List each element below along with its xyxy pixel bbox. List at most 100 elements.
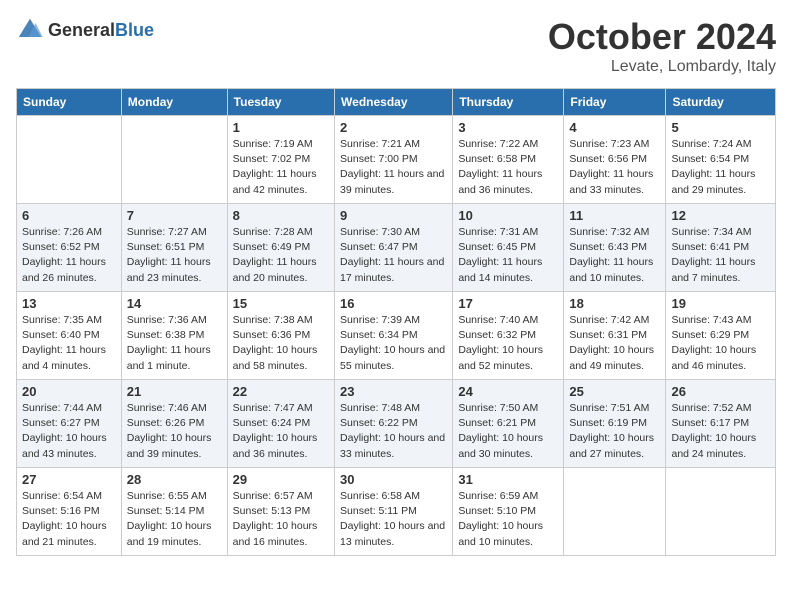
day-number: 15 [233, 296, 329, 311]
calendar-cell [17, 116, 122, 204]
days-of-week-row: SundayMondayTuesdayWednesdayThursdayFrid… [17, 89, 776, 116]
calendar-cell [121, 116, 227, 204]
day-info: Sunrise: 7:48 AM Sunset: 6:22 PM Dayligh… [340, 401, 447, 462]
calendar-table: SundayMondayTuesdayWednesdayThursdayFrid… [16, 88, 776, 556]
calendar-week-row: 13 Sunrise: 7:35 AM Sunset: 6:40 PM Dayli… [17, 292, 776, 380]
calendar-cell: 2 Sunrise: 7:21 AM Sunset: 7:00 PM Daylig… [335, 116, 453, 204]
calendar-cell: 19 Sunrise: 7:43 AM Sunset: 6:29 PM Dayli… [666, 292, 776, 380]
day-info: Sunrise: 7:19 AM Sunset: 7:02 PM Dayligh… [233, 137, 329, 198]
calendar-week-row: 1 Sunrise: 7:19 AM Sunset: 7:02 PM Daylig… [17, 116, 776, 204]
day-info: Sunrise: 7:38 AM Sunset: 6:36 PM Dayligh… [233, 313, 329, 374]
calendar-cell: 10 Sunrise: 7:31 AM Sunset: 6:45 PM Dayli… [453, 204, 564, 292]
day-info: Sunrise: 7:46 AM Sunset: 6:26 PM Dayligh… [127, 401, 222, 462]
day-number: 2 [340, 120, 447, 135]
day-info: Sunrise: 7:30 AM Sunset: 6:47 PM Dayligh… [340, 225, 447, 286]
logo-general: General [48, 20, 115, 40]
day-info: Sunrise: 7:39 AM Sunset: 6:34 PM Dayligh… [340, 313, 447, 374]
day-number: 25 [569, 384, 660, 399]
day-of-week-header: Wednesday [335, 89, 453, 116]
calendar-cell: 31 Sunrise: 6:59 AM Sunset: 5:10 PM Dayli… [453, 468, 564, 556]
calendar-cell: 17Sunrise: 7:40 AM Sunset: 6:32 PM Dayli… [453, 292, 564, 380]
calendar-cell: 12 Sunrise: 7:34 AM Sunset: 6:41 PM Dayli… [666, 204, 776, 292]
day-info: Sunrise: 7:40 AM Sunset: 6:32 PM Dayligh… [458, 313, 558, 374]
day-info: Sunrise: 7:24 AM Sunset: 6:54 PM Dayligh… [671, 137, 770, 198]
day-info: Sunrise: 7:28 AM Sunset: 6:49 PM Dayligh… [233, 225, 329, 286]
location-title: Levate, Lombardy, Italy [548, 58, 776, 76]
calendar-cell: 13 Sunrise: 7:35 AM Sunset: 6:40 PM Dayli… [17, 292, 122, 380]
calendar-cell: 11 Sunrise: 7:32 AM Sunset: 6:43 PM Dayli… [564, 204, 666, 292]
day-info: Sunrise: 7:22 AM Sunset: 6:58 PM Dayligh… [458, 137, 558, 198]
calendar-cell [666, 468, 776, 556]
day-info: Sunrise: 7:32 AM Sunset: 6:43 PM Dayligh… [569, 225, 660, 286]
day-info: Sunrise: 7:36 AM Sunset: 6:38 PM Dayligh… [127, 313, 222, 374]
month-title: October 2024 [548, 16, 776, 58]
calendar-cell: 5 Sunrise: 7:24 AM Sunset: 6:54 PM Daylig… [666, 116, 776, 204]
day-number: 3 [458, 120, 558, 135]
day-number: 23 [340, 384, 447, 399]
calendar-week-row: 27 Sunrise: 6:54 AM Sunset: 5:16 PM Dayli… [17, 468, 776, 556]
calendar-cell: 3 Sunrise: 7:22 AM Sunset: 6:58 PM Daylig… [453, 116, 564, 204]
calendar-cell: 16 Sunrise: 7:39 AM Sunset: 6:34 PM Dayli… [335, 292, 453, 380]
page-header: GeneralBlue October 2024 Levate, Lombard… [16, 16, 776, 76]
day-of-week-header: Friday [564, 89, 666, 116]
day-number: 27 [22, 472, 116, 487]
day-number: 14 [127, 296, 222, 311]
day-number: 9 [340, 208, 447, 223]
day-number: 5 [671, 120, 770, 135]
logo-icon [16, 16, 44, 44]
day-number: 31 [458, 472, 558, 487]
day-number: 6 [22, 208, 116, 223]
day-of-week-header: Sunday [17, 89, 122, 116]
day-info: Sunrise: 7:43 AM Sunset: 6:29 PM Dayligh… [671, 313, 770, 374]
day-info: Sunrise: 7:47 AM Sunset: 6:24 PM Dayligh… [233, 401, 329, 462]
day-info: Sunrise: 7:26 AM Sunset: 6:52 PM Dayligh… [22, 225, 116, 286]
calendar-body: 1 Sunrise: 7:19 AM Sunset: 7:02 PM Daylig… [17, 116, 776, 556]
day-info: Sunrise: 6:58 AM Sunset: 5:11 PM Dayligh… [340, 489, 447, 550]
logo: GeneralBlue [16, 16, 154, 44]
day-number: 26 [671, 384, 770, 399]
calendar-cell: 26 Sunrise: 7:52 AM Sunset: 6:17 PM Dayli… [666, 380, 776, 468]
day-info: Sunrise: 7:23 AM Sunset: 6:56 PM Dayligh… [569, 137, 660, 198]
day-number: 1 [233, 120, 329, 135]
day-number: 30 [340, 472, 447, 487]
calendar-cell: 21 Sunrise: 7:46 AM Sunset: 6:26 PM Dayli… [121, 380, 227, 468]
calendar-cell: 9 Sunrise: 7:30 AM Sunset: 6:47 PM Daylig… [335, 204, 453, 292]
calendar-cell: 8 Sunrise: 7:28 AM Sunset: 6:49 PM Daylig… [227, 204, 334, 292]
calendar-cell: 18Sunrise: 7:42 AM Sunset: 6:31 PM Dayli… [564, 292, 666, 380]
day-info: Sunrise: 7:35 AM Sunset: 6:40 PM Dayligh… [22, 313, 116, 374]
day-info: Sunrise: 7:50 AM Sunset: 6:21 PM Dayligh… [458, 401, 558, 462]
day-number: 21 [127, 384, 222, 399]
day-info: Sunrise: 7:21 AM Sunset: 7:00 PM Dayligh… [340, 137, 447, 198]
calendar-cell: 15 Sunrise: 7:38 AM Sunset: 6:36 PM Dayli… [227, 292, 334, 380]
day-number: 8 [233, 208, 329, 223]
day-number: 16 [340, 296, 447, 311]
day-number: 29 [233, 472, 329, 487]
day-of-week-header: Tuesday [227, 89, 334, 116]
day-number: 13 [22, 296, 116, 311]
calendar-cell: 6 Sunrise: 7:26 AM Sunset: 6:52 PM Daylig… [17, 204, 122, 292]
day-info: Sunrise: 7:27 AM Sunset: 6:51 PM Dayligh… [127, 225, 222, 286]
calendar-cell: 30 Sunrise: 6:58 AM Sunset: 5:11 PM Dayli… [335, 468, 453, 556]
day-info: Sunrise: 7:31 AM Sunset: 6:45 PM Dayligh… [458, 225, 558, 286]
day-number: 11 [569, 208, 660, 223]
day-info: Sunrise: 6:59 AM Sunset: 5:10 PM Dayligh… [458, 489, 558, 550]
day-info: Sunrise: 7:52 AM Sunset: 6:17 PM Dayligh… [671, 401, 770, 462]
calendar-week-row: 20Sunrise: 7:44 AM Sunset: 6:27 PM Dayli… [17, 380, 776, 468]
day-number: 20 [22, 384, 116, 399]
calendar-cell [564, 468, 666, 556]
day-number: 19 [671, 296, 770, 311]
day-info: Sunrise: 7:51 AM Sunset: 6:19 PM Dayligh… [569, 401, 660, 462]
calendar-cell: 29Sunrise: 6:57 AM Sunset: 5:13 PM Dayli… [227, 468, 334, 556]
calendar-cell: 7Sunrise: 7:27 AM Sunset: 6:51 PM Daylig… [121, 204, 227, 292]
day-number: 10 [458, 208, 558, 223]
day-number: 22 [233, 384, 329, 399]
day-info: Sunrise: 7:34 AM Sunset: 6:41 PM Dayligh… [671, 225, 770, 286]
day-number: 4 [569, 120, 660, 135]
calendar-cell: 1 Sunrise: 7:19 AM Sunset: 7:02 PM Daylig… [227, 116, 334, 204]
day-info: Sunrise: 6:54 AM Sunset: 5:16 PM Dayligh… [22, 489, 116, 550]
calendar-cell: 25 Sunrise: 7:51 AM Sunset: 6:19 PM Dayli… [564, 380, 666, 468]
day-number: 12 [671, 208, 770, 223]
day-of-week-header: Monday [121, 89, 227, 116]
day-info: Sunrise: 7:42 AM Sunset: 6:31 PM Dayligh… [569, 313, 660, 374]
calendar-cell: 20Sunrise: 7:44 AM Sunset: 6:27 PM Dayli… [17, 380, 122, 468]
